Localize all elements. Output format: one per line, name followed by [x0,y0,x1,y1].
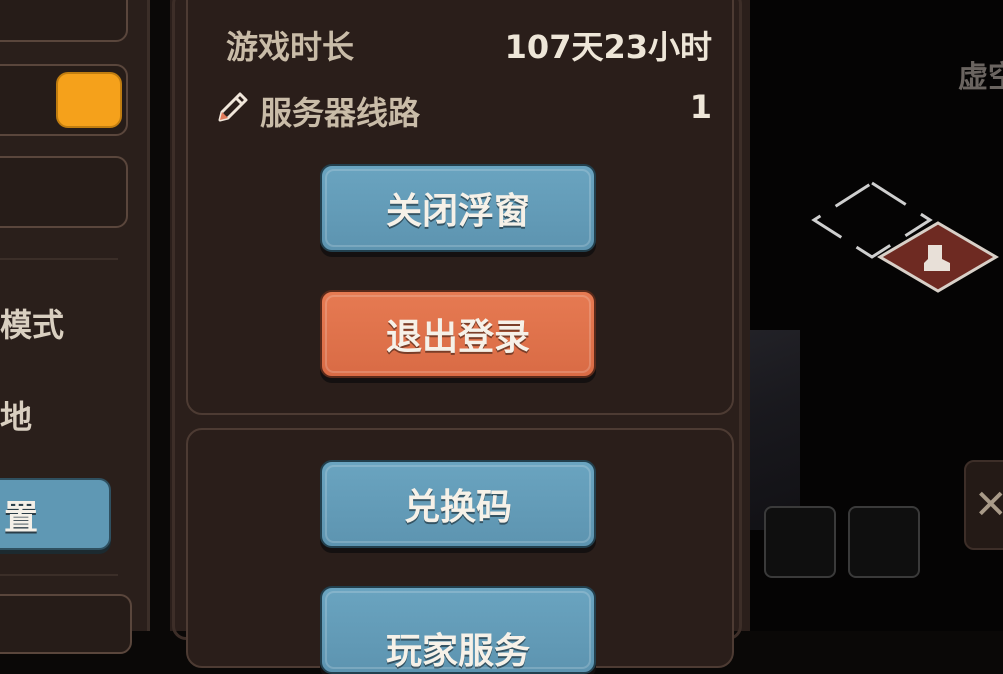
player-service-label: 玩家服务 [385,631,530,672]
server-label: 服务器线路 [260,94,421,132]
redeem-code-button[interactable]: 兑换码 [320,460,596,548]
play-time-value: 107天23小时 [504,28,712,66]
server-value: 1 [689,88,712,126]
close-icon[interactable]: ✕ [964,460,1003,550]
left-divider-2 [0,574,118,576]
logout-button[interactable]: 退出登录 [320,290,596,378]
map-tiles [811,181,999,293]
toggle-switch[interactable] [56,72,122,128]
inventory-slot[interactable] [764,506,836,578]
left-option-box-1[interactable] [0,0,128,42]
player-service-button[interactable]: 玩家服务 [320,586,596,674]
redeem-code-label: 兑换码 [403,487,512,528]
close-float-button[interactable]: 关闭浮窗 [320,164,596,252]
logout-label: 退出登录 [385,317,530,358]
close-float-label: 关闭浮窗 [385,191,530,232]
left-settings-button[interactable]: 置 [0,478,111,550]
left-option-box-3[interactable] [0,156,128,228]
left-divider [0,258,118,260]
left-option-box-4[interactable] [0,594,132,654]
mode-label: 模式 [0,306,65,344]
place-label: 地 [0,398,33,436]
pencil-icon[interactable] [212,86,254,128]
left-settings-button-label: 置 [4,497,38,538]
play-time-label: 游戏时长 [226,28,355,66]
region-label: 虚空 [958,60,1003,95]
inventory-slot[interactable] [848,506,920,578]
